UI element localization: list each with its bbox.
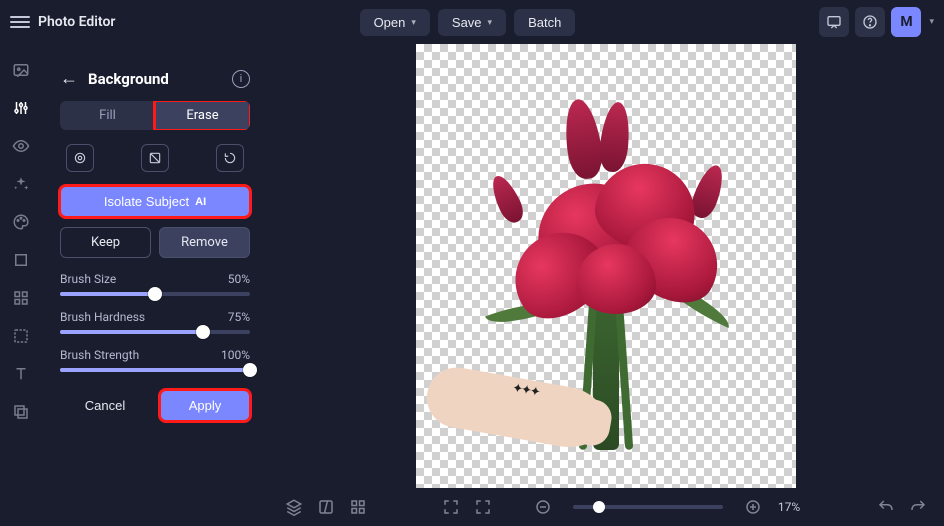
image-canvas[interactable]: ✦✦✦ — [416, 44, 796, 488]
zoom-in-icon[interactable] — [741, 495, 765, 519]
remove-button[interactable]: Remove — [159, 227, 250, 258]
sparkle-icon[interactable] — [11, 174, 31, 194]
brush-size-value: 50% — [228, 272, 250, 286]
brush-hardness-slider[interactable]: Brush Hardness 75% — [60, 310, 250, 334]
actual-size-icon[interactable] — [471, 495, 495, 519]
batch-label: Batch — [528, 15, 561, 30]
zoom-out-icon[interactable] — [531, 495, 555, 519]
feedback-icon[interactable] — [819, 7, 849, 37]
frame-icon[interactable] — [11, 326, 31, 346]
brush-strength-slider[interactable]: Brush Strength 100% — [60, 348, 250, 372]
chevron-down-icon: ▾ — [488, 17, 493, 28]
avatar[interactable]: M — [891, 7, 921, 37]
original-view-icon[interactable] — [66, 144, 94, 172]
crop-icon[interactable] — [11, 250, 31, 270]
reset-icon[interactable] — [216, 144, 244, 172]
panel-title: Background — [88, 70, 222, 88]
redo-icon[interactable] — [906, 495, 930, 519]
chevron-down-icon: ▾ — [411, 17, 416, 28]
back-arrow-icon[interactable]: ← — [60, 68, 78, 89]
layers-bottom-icon[interactable] — [282, 495, 306, 519]
adjust-icon[interactable] — [11, 98, 31, 118]
main-area: ← Background i Fill Erase Isolate Subjec… — [0, 44, 944, 526]
top-bar: Photo Editor Open ▾ Save ▾ Batch M ▾ — [0, 0, 944, 44]
open-label: Open — [374, 15, 406, 30]
save-button[interactable]: Save ▾ — [438, 9, 506, 36]
ai-badge: AI — [195, 196, 206, 208]
brush-hardness-label: Brush Hardness — [60, 310, 145, 324]
image-icon[interactable] — [11, 60, 31, 80]
batch-button[interactable]: Batch — [514, 9, 575, 36]
mask-view-icon[interactable] — [141, 144, 169, 172]
text-icon[interactable] — [11, 364, 31, 384]
cancel-button[interactable]: Cancel — [60, 390, 150, 421]
apply-button[interactable]: Apply — [160, 390, 250, 421]
eye-icon[interactable] — [11, 136, 31, 156]
chevron-down-icon[interactable]: ▾ — [929, 17, 934, 27]
help-icon[interactable] — [855, 7, 885, 37]
layers-icon[interactable] — [11, 402, 31, 422]
save-label: Save — [452, 15, 482, 30]
brush-hardness-value: 75% — [228, 310, 250, 324]
zoom-slider[interactable] — [573, 505, 723, 509]
undo-icon[interactable] — [874, 495, 898, 519]
brush-strength-value: 100% — [221, 348, 250, 362]
brush-size-label: Brush Size — [60, 272, 116, 286]
app-title: Photo Editor — [38, 14, 115, 30]
tab-fill[interactable]: Fill — [60, 101, 155, 130]
bottom-bar: 17% — [268, 488, 944, 526]
fit-screen-icon[interactable] — [439, 495, 463, 519]
info-icon[interactable]: i — [232, 70, 250, 88]
isolate-subject-button[interactable]: Isolate Subject AI — [60, 186, 250, 217]
canvas-area: ✦✦✦ 17% — [268, 44, 944, 526]
palette-icon[interactable] — [11, 212, 31, 232]
isolate-subject-label: Isolate Subject — [104, 194, 189, 209]
open-button[interactable]: Open ▾ — [360, 9, 430, 36]
compare-icon[interactable] — [314, 495, 338, 519]
brush-size-slider[interactable]: Brush Size 50% — [60, 272, 250, 296]
zoom-value: 17% — [773, 500, 805, 514]
tool-rail — [0, 44, 42, 526]
menu-icon[interactable] — [10, 12, 30, 32]
elements-icon[interactable] — [11, 288, 31, 308]
keep-button[interactable]: Keep — [60, 227, 151, 258]
tab-erase[interactable]: Erase — [155, 101, 250, 130]
grid-icon[interactable] — [346, 495, 370, 519]
background-panel: ← Background i Fill Erase Isolate Subjec… — [42, 44, 268, 526]
brush-strength-label: Brush Strength — [60, 348, 139, 362]
